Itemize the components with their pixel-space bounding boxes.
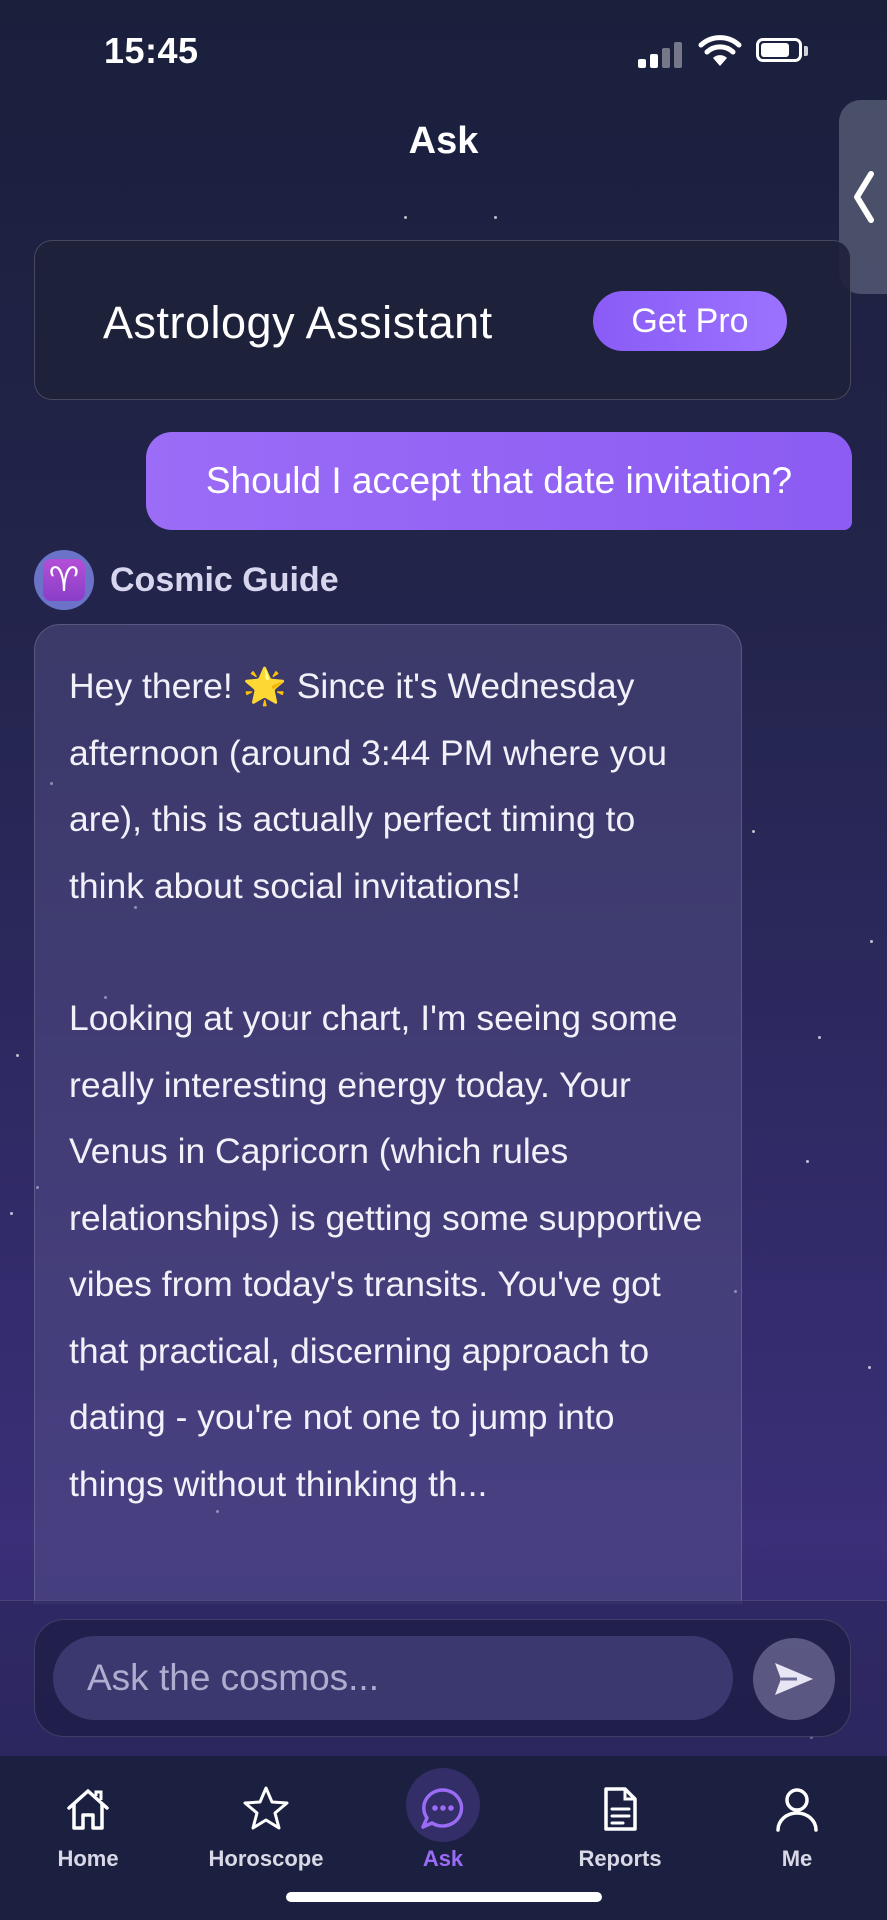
star-icon — [243, 1786, 289, 1830]
assistant-card: Astrology Assistant Get Pro — [34, 240, 851, 400]
reply-paragraph: Hey there! 🌟 Since it's Wednesday aftern… — [69, 666, 667, 906]
chevron-left-icon — [854, 171, 874, 223]
tab-ask[interactable]: Ask — [373, 1768, 513, 1872]
tab-home[interactable]: Home — [18, 1784, 158, 1872]
aries-sign-icon: ♈ — [43, 559, 85, 601]
tab-horoscope[interactable]: Horoscope — [196, 1784, 336, 1872]
home-icon — [67, 1789, 109, 1830]
guide-name: Cosmic Guide — [110, 560, 339, 599]
input-area — [0, 1600, 887, 1757]
ask-input[interactable] — [53, 1636, 733, 1720]
tab-me[interactable]: Me — [727, 1784, 867, 1872]
tab-label: Me — [781, 1846, 813, 1871]
user-message-bubble: Should I accept that date invitation? — [146, 432, 852, 530]
send-icon — [775, 1663, 813, 1695]
document-icon — [604, 1787, 637, 1831]
tab-label: Horoscope — [208, 1846, 324, 1871]
avatar: ♈ — [34, 550, 94, 610]
status-bar: 15:45 — [0, 0, 887, 100]
reply-paragraph: Looking at your chart, I'm seeing some r… — [69, 998, 703, 1504]
guide-header: ♈ Cosmic Guide — [34, 548, 339, 612]
assistant-title: Astrology Assistant — [103, 297, 493, 348]
assistant-reply-bubble: Hey there! 🌟 Since it's Wednesday aftern… — [34, 624, 742, 1604]
send-button[interactable] — [753, 1638, 835, 1720]
tab-label: Ask — [422, 1846, 464, 1871]
battery-icon — [756, 38, 812, 66]
tab-reports[interactable]: Reports — [550, 1784, 690, 1872]
tab-label: Home — [57, 1846, 119, 1871]
get-pro-button[interactable]: Get Pro — [593, 291, 787, 351]
composer — [34, 1619, 851, 1737]
chat-bubble-icon — [421, 1788, 464, 1829]
tab-label: Reports — [578, 1846, 662, 1871]
status-time: 15:45 — [104, 30, 199, 71]
user-icon — [776, 1788, 818, 1832]
cellular-signal-icon — [638, 40, 686, 68]
page-title: Ask — [408, 120, 479, 162]
wifi-icon — [698, 35, 742, 66]
home-indicator — [286, 1892, 602, 1902]
